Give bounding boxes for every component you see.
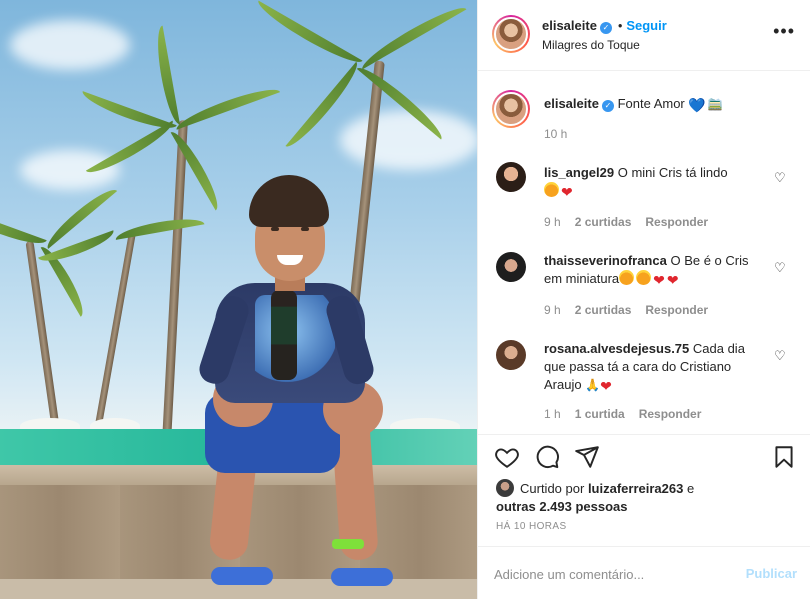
caption-meta: 10 h	[544, 127, 581, 141]
heart-icon[interactable]	[494, 444, 520, 470]
verified-icon: ✓	[599, 22, 612, 34]
praying-hands-emoji: 🙏	[585, 378, 601, 392]
red-heart-emoji: ❤	[561, 184, 573, 200]
follow-button[interactable]: Seguir	[626, 18, 666, 33]
hair	[249, 175, 329, 227]
post-header: elisaleite ✓ • Seguir Milagres do Toque •••	[478, 0, 810, 71]
comment-username[interactable]: rosana.alvesdejesus.75	[544, 341, 689, 356]
boy-figure	[195, 175, 405, 595]
palm-frond	[173, 82, 281, 130]
comment-meta: 9 h 2 curtidas Responder	[544, 215, 722, 229]
star-eyes-emoji	[636, 270, 652, 285]
comment-meta: 1 h 1 curtida Responder	[544, 407, 715, 421]
comment-like-heart-icon[interactable]: ♡	[774, 349, 787, 362]
palm-frond	[357, 0, 467, 70]
caption: elisaleite ✓ Fonte Amor 💙 🚞 10 h	[478, 90, 810, 150]
verified-icon: ✓	[601, 100, 614, 112]
palm-frond	[114, 214, 205, 240]
comment-like-heart-icon[interactable]: ♡	[774, 261, 787, 274]
comment-meta: 9 h 2 curtidas Responder	[544, 303, 722, 317]
add-comment-bar: Publicar	[478, 546, 810, 599]
figurine	[271, 290, 297, 380]
blue-heart-emoji: 💙	[688, 97, 706, 113]
post-actions: Curtido por luizaferreira263 e outras 2.…	[478, 434, 810, 546]
author-line: elisaleite ✓ • Seguir	[542, 18, 667, 34]
red-heart-emoji: ❤	[666, 272, 679, 288]
comment-avatar[interactable]	[496, 162, 526, 192]
palm-frond	[152, 25, 180, 126]
flip-flop	[331, 568, 393, 586]
caption-username[interactable]: elisaleite	[544, 96, 599, 111]
author-avatar[interactable]	[492, 15, 530, 53]
red-heart-emoji: ❤	[600, 378, 612, 394]
caption-text: elisaleite ✓ Fonte Amor 💙 🚞	[544, 95, 769, 114]
comment-text: rosana.alvesdejesus.75 Cada dia que pass…	[544, 340, 769, 395]
comment-body: O mini Cris tá lindo	[617, 165, 728, 180]
post-photo[interactable]	[0, 0, 477, 599]
comment-likes[interactable]: 1 curtida	[575, 407, 625, 421]
comment-username[interactable]: lis_angel29	[544, 165, 614, 180]
liker-username[interactable]: luizaferreira263	[588, 481, 683, 496]
comment-likes[interactable]: 2 curtidas	[575, 303, 632, 317]
comment-item: lis_angel29 O mini Cris tá lindo ❤ 9 h 2 …	[478, 162, 810, 238]
liker-avatar[interactable]	[496, 479, 514, 497]
palm-trunk	[90, 231, 137, 449]
post-sidebar: elisaleite ✓ • Seguir Milagres do Toque •••…	[477, 0, 810, 599]
train-emoji: 🚞	[707, 97, 723, 111]
likes-prefix: Curtido por	[520, 481, 585, 496]
comment-avatar[interactable]	[496, 252, 526, 282]
reply-button[interactable]: Responder	[639, 407, 702, 421]
palm-trunk	[161, 119, 188, 461]
caption-time[interactable]: 10 h	[544, 127, 567, 141]
comment-time[interactable]: 9 h	[544, 303, 561, 317]
comment-like-heart-icon[interactable]: ♡	[774, 171, 787, 184]
cloud	[340, 110, 477, 170]
likes-summary: Curtido por luizaferreira263 e outras 2.…	[496, 479, 796, 516]
star-eyes-emoji	[544, 182, 559, 197]
comment-username[interactable]: thaisseverinofranca	[544, 253, 667, 268]
red-heart-emoji: ❤	[653, 272, 665, 288]
caption-avatar[interactable]	[492, 90, 530, 128]
publish-button[interactable]: Publicar	[746, 566, 797, 581]
author-username[interactable]: elisaleite	[542, 18, 597, 33]
ankle-band	[332, 539, 364, 549]
comments-list: elisaleite ✓ Fonte Amor 💙 🚞 10 h lis_angel…	[478, 72, 810, 434]
cloud	[10, 20, 130, 70]
reply-button[interactable]: Responder	[645, 215, 708, 229]
share-icon[interactable]	[574, 444, 600, 470]
comment-icon[interactable]	[534, 444, 560, 470]
comment-text: thaisseverinofranca O Be é o Cris em min…	[544, 252, 769, 289]
instagram-post: elisaleite ✓ • Seguir Milagres do Toque •••…	[0, 0, 810, 599]
likes-joiner: e	[686, 481, 695, 496]
likes-others[interactable]: outras 2.493 pessoas	[496, 499, 628, 514]
bookmark-icon[interactable]	[771, 444, 797, 470]
star-eyes-emoji	[619, 270, 635, 285]
comment-item: rosana.alvesdejesus.75 Cada dia que pass…	[478, 338, 810, 428]
cloud	[20, 150, 120, 190]
more-options-icon[interactable]: •••	[773, 22, 795, 40]
comment-input[interactable]	[494, 563, 734, 585]
location-link[interactable]: Milagres do Toque	[542, 38, 640, 52]
comment-likes[interactable]: 2 curtidas	[575, 215, 632, 229]
comment-time[interactable]: 1 h	[544, 407, 561, 421]
comment-time[interactable]: 9 h	[544, 215, 561, 229]
comment-avatar[interactable]	[496, 340, 526, 370]
palm-frond	[253, 0, 363, 70]
posted-time[interactable]: HÁ 10 HORAS	[496, 521, 567, 532]
palm-frond	[0, 209, 47, 250]
separator-dot: •	[617, 19, 623, 33]
flip-flop	[211, 567, 273, 585]
eye	[271, 227, 279, 231]
caption-body: Fonte Amor	[617, 96, 685, 111]
comment-text: lis_angel29 O mini Cris tá lindo ❤	[544, 164, 769, 201]
reply-button[interactable]: Responder	[645, 303, 708, 317]
comment-item: thaisseverinofranca O Be é o Cris em min…	[478, 250, 810, 326]
eye	[301, 227, 309, 231]
